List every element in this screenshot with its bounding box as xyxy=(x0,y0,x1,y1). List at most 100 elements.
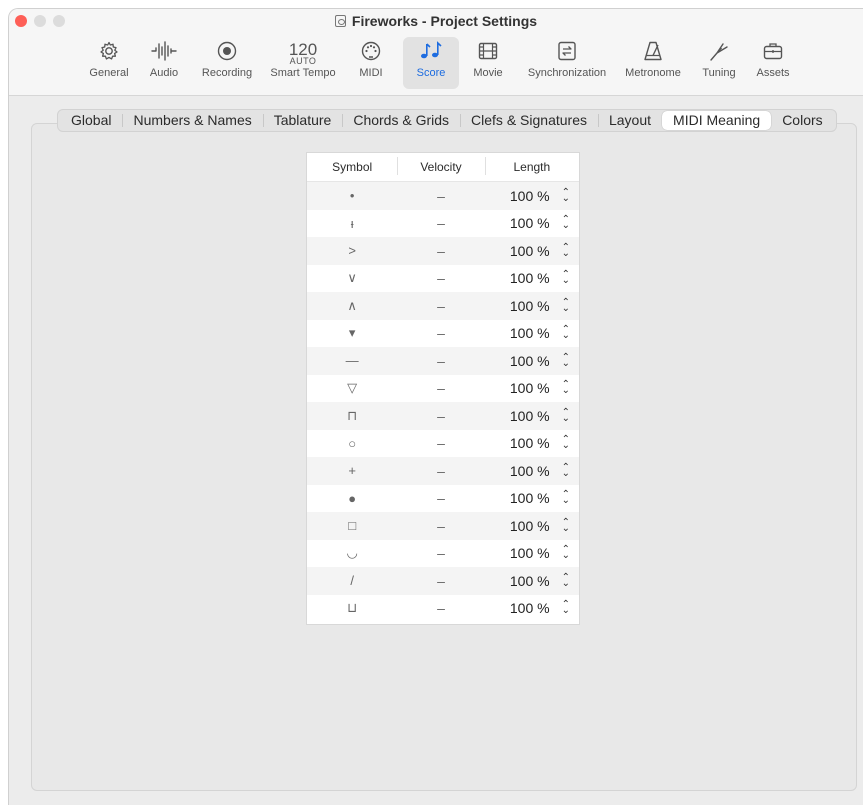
length-stepper-icon[interactable]: ⌃ ⌄ xyxy=(562,490,570,506)
length-value[interactable]: 100 % xyxy=(510,408,550,424)
length-value[interactable]: 100 % xyxy=(510,600,550,616)
length-stepper-icon[interactable]: ⌃ ⌄ xyxy=(562,215,570,231)
length-stepper-icon[interactable]: ⌃ ⌄ xyxy=(562,517,570,533)
tab-midi-meaning[interactable]: MIDI Meaning xyxy=(662,111,772,130)
velocity-value[interactable]: – xyxy=(397,463,484,479)
table-row[interactable]: ⊔ – 100 % ⌃ ⌄ xyxy=(307,595,579,623)
table-row[interactable]: ● – 100 % ⌃ ⌄ xyxy=(307,485,579,513)
velocity-value[interactable]: – xyxy=(397,408,484,424)
length-value[interactable]: 100 % xyxy=(510,298,550,314)
length-value[interactable]: 100 % xyxy=(510,490,550,506)
toolbar-item-recording[interactable]: Recording xyxy=(195,37,259,89)
toolbar-label: Assets xyxy=(756,67,790,79)
settings-toolbar: General Audio Recording 120 AUTO Smart T… xyxy=(9,37,863,89)
midi-icon xyxy=(360,37,382,65)
length-value[interactable]: 100 % xyxy=(510,435,550,451)
articulation-symbol: ᵻ xyxy=(350,215,354,231)
toolbar-item-metronome[interactable]: Metronome xyxy=(619,37,687,89)
length-stepper-icon[interactable]: ⌃ ⌄ xyxy=(562,572,570,588)
toolbar-item-synchronization[interactable]: Synchronization xyxy=(521,37,613,89)
toolbar-item-assets[interactable]: Assets xyxy=(751,37,795,89)
toolbar-item-score[interactable]: Score xyxy=(403,37,459,89)
articulation-symbol: ∨ xyxy=(347,270,357,286)
toolbar-item-general[interactable]: General xyxy=(81,37,137,89)
table-row[interactable]: ▽ – 100 % ⌃ ⌄ xyxy=(307,375,579,403)
velocity-value[interactable]: – xyxy=(397,518,484,534)
length-stepper-icon[interactable]: ⌃ ⌄ xyxy=(562,462,570,478)
length-stepper-icon[interactable]: ⌃ ⌄ xyxy=(562,187,570,203)
velocity-value[interactable]: – xyxy=(397,435,484,451)
table-row[interactable]: > – 100 % ⌃ ⌄ xyxy=(307,237,579,265)
waveform-icon xyxy=(151,37,177,65)
velocity-value[interactable]: – xyxy=(397,573,484,589)
length-cell: 100 % ⌃ ⌄ xyxy=(485,270,579,287)
length-value[interactable]: 100 % xyxy=(510,463,550,479)
velocity-value[interactable]: – xyxy=(397,325,484,341)
tab-global[interactable]: Global xyxy=(60,111,122,130)
table-row[interactable]: □ – 100 % ⌃ ⌄ xyxy=(307,512,579,540)
length-stepper-icon[interactable]: ⌃ ⌄ xyxy=(562,435,570,451)
length-value[interactable]: 100 % xyxy=(510,188,550,204)
velocity-value[interactable]: – xyxy=(397,380,484,396)
articulation-symbol: ● xyxy=(348,490,357,506)
toolbar-label: Audio xyxy=(149,67,179,79)
length-stepper-icon[interactable]: ⌃ ⌄ xyxy=(562,270,570,286)
velocity-value[interactable]: – xyxy=(397,545,484,561)
toolbar-item-audio[interactable]: Audio xyxy=(142,37,186,89)
velocity-value[interactable]: – xyxy=(397,215,484,231)
velocity-value[interactable]: – xyxy=(397,243,484,259)
toolbar-item-midi[interactable]: MIDI xyxy=(349,37,393,89)
length-stepper-icon[interactable]: ⌃ ⌄ xyxy=(562,600,570,616)
table-row[interactable]: + – 100 % ⌃ ⌄ xyxy=(307,457,579,485)
tab-numbers-names[interactable]: Numbers & Names xyxy=(122,111,262,130)
length-value[interactable]: 100 % xyxy=(510,353,550,369)
velocity-value[interactable]: – xyxy=(397,270,484,286)
length-value[interactable]: 100 % xyxy=(510,545,550,561)
length-stepper-icon[interactable]: ⌃ ⌄ xyxy=(562,545,570,561)
tab-layout[interactable]: Layout xyxy=(597,111,662,130)
table-row[interactable]: — – 100 % ⌃ ⌄ xyxy=(307,347,579,375)
velocity-value[interactable]: – xyxy=(397,490,484,506)
toolbar-item-movie[interactable]: Movie xyxy=(466,37,510,89)
velocity-value[interactable]: – xyxy=(397,353,484,369)
length-stepper-icon[interactable]: ⌃ ⌄ xyxy=(562,407,570,423)
toolbar-item-smart-tempo[interactable]: 120 AUTO Smart Tempo xyxy=(265,37,341,89)
length-value[interactable]: 100 % xyxy=(510,325,550,341)
length-value[interactable]: 100 % xyxy=(510,573,550,589)
column-header-length[interactable]: Length xyxy=(484,157,579,175)
table-row[interactable]: ∨ – 100 % ⌃ ⌄ xyxy=(307,265,579,293)
velocity-value[interactable]: – xyxy=(397,298,484,314)
column-header-velocity[interactable]: Velocity xyxy=(397,157,484,175)
length-cell: 100 % ⌃ ⌄ xyxy=(485,517,579,534)
length-stepper-icon[interactable]: ⌃ ⌄ xyxy=(562,242,570,258)
table-row[interactable]: / – 100 % ⌃ ⌄ xyxy=(307,567,579,595)
velocity-value[interactable]: – xyxy=(397,188,484,204)
table-row[interactable]: ○ – 100 % ⌃ ⌄ xyxy=(307,430,579,458)
length-value[interactable]: 100 % xyxy=(510,270,550,286)
length-cell: 100 % ⌃ ⌄ xyxy=(485,435,579,452)
length-value[interactable]: 100 % xyxy=(510,518,550,534)
length-value[interactable]: 100 % xyxy=(510,380,550,396)
tab-tablature[interactable]: Tablature xyxy=(262,111,343,130)
tab-clefs-signatures[interactable]: Clefs & Signatures xyxy=(460,111,598,130)
table-row[interactable]: ◡ – 100 % ⌃ ⌄ xyxy=(307,540,579,568)
toolbar-label: Smart Tempo xyxy=(270,67,336,79)
toolbar-item-tuning[interactable]: Tuning xyxy=(697,37,741,89)
table-row[interactable]: ⊓ – 100 % ⌃ ⌄ xyxy=(307,402,579,430)
length-value[interactable]: 100 % xyxy=(510,215,550,231)
table-row[interactable]: ▾ – 100 % ⌃ ⌄ xyxy=(307,320,579,348)
tab-colors[interactable]: Colors xyxy=(771,111,833,130)
length-stepper-icon[interactable]: ⌃ ⌄ xyxy=(562,352,570,368)
tab-chords-grids[interactable]: Chords & Grids xyxy=(342,111,460,130)
length-stepper-icon[interactable]: ⌃ ⌄ xyxy=(562,297,570,313)
length-value[interactable]: 100 % xyxy=(510,243,550,259)
length-cell: 100 % ⌃ ⌄ xyxy=(485,490,579,507)
table-row[interactable]: • – 100 % ⌃ ⌄ xyxy=(307,182,579,210)
column-header-symbol[interactable]: Symbol xyxy=(307,160,397,174)
table-row[interactable]: ᵻ – 100 % ⌃ ⌄ xyxy=(307,210,579,238)
velocity-value[interactable]: – xyxy=(397,600,484,616)
length-stepper-icon[interactable]: ⌃ ⌄ xyxy=(562,380,570,396)
length-stepper-icon[interactable]: ⌃ ⌄ xyxy=(562,325,570,341)
length-cell: 100 % ⌃ ⌄ xyxy=(485,462,579,479)
table-row[interactable]: ∧ – 100 % ⌃ ⌄ xyxy=(307,292,579,320)
